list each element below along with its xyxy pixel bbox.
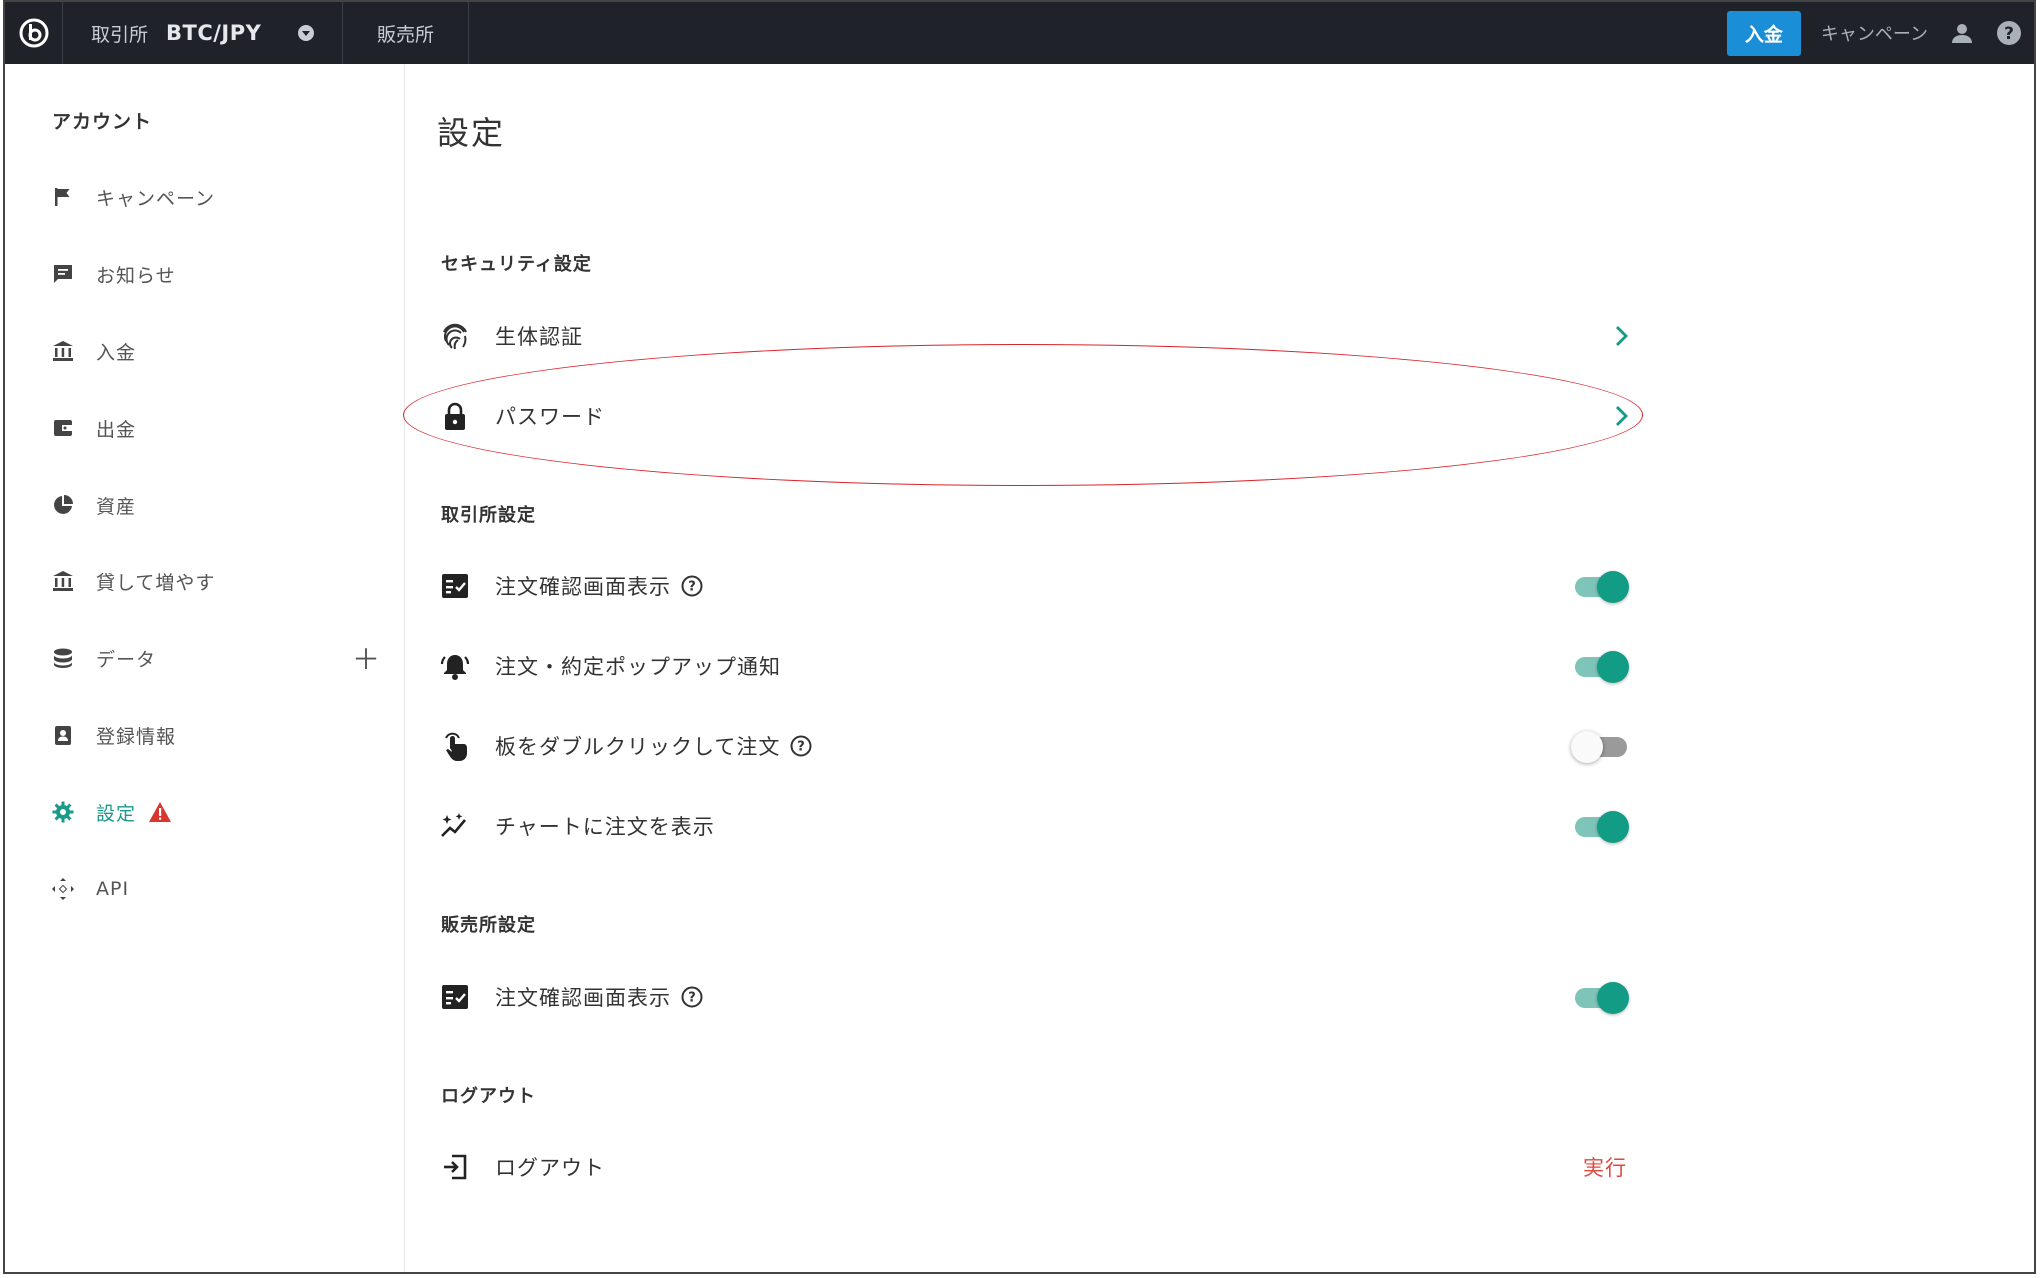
badge-icon [50,722,76,748]
sidebar-item-withdraw[interactable]: 出金 [50,408,390,448]
chevron-right-icon[interactable] [1613,324,1629,348]
logout-label: ログアウト [495,1156,605,1180]
api-icon [50,876,76,902]
sidebar-item-label: 登録情報 [96,725,177,748]
setting-label: チャートに注文を表示 [495,815,715,839]
section-security: セキュリティ設定 [441,254,592,275]
fingerprint-icon [439,320,471,352]
app-window: 取引所 BTC/JPY 販売所 入金 キャンペーン ? アカウント キャンペーン [3,0,2036,1274]
sidebar-item-assets[interactable]: 資産 [50,485,390,525]
help-icon[interactable]: ? [1996,20,2022,46]
database-icon [50,645,76,671]
biometric-label: 生体認証 [495,325,583,349]
sidebar-item-label: API [96,878,130,900]
pie-chart-icon [50,492,76,518]
sidebar-item-data[interactable]: データ ＋ [50,638,390,678]
setting-label: 注文確認画面表示 [495,575,671,599]
toggle-switch[interactable] [1571,980,1629,1014]
help-circle-icon[interactable]: ? [681,986,703,1008]
sidebar-item-label: 貸して増やす [96,571,216,594]
help-circle-icon[interactable]: ? [790,735,812,757]
chevron-right-icon[interactable] [1613,404,1629,428]
toggle-switch[interactable] [1571,649,1629,683]
sidebar: アカウント キャンペーン お知らせ 入金 出金 資産 貸して増やす データ ＋ … [5,64,405,1272]
toggle-switch[interactable] [1571,729,1629,763]
exchange-label: 取引所 [91,23,149,46]
sidebar-item-profile[interactable]: 登録情報 [50,715,390,755]
row-exchange-popup-notify[interactable]: 注文・約定ポップアップ通知 [439,636,1629,696]
bank-icon [50,568,76,594]
svg-text:?: ? [688,991,696,1006]
row-logout[interactable]: ログアウト 実行 [439,1137,1629,1197]
sidebar-item-label: 出金 [96,418,137,441]
sidebar-item-lending[interactable]: 貸して増やす [50,561,390,601]
row-exchange-order-confirm[interactable]: 注文確認画面表示 ? [439,556,1629,616]
pair-value: BTC/JPY [166,21,262,45]
logout-icon [439,1151,471,1183]
touch-hand-icon [439,730,471,762]
page-title: 設定 [437,114,506,152]
section-hanbaisho: 販売所設定 [441,915,536,936]
checklist-icon [439,981,471,1013]
row-exchange-double-click[interactable]: 板をダブルクリックして注文 ? [439,716,1629,776]
sidebar-item-news[interactable]: お知らせ [50,254,390,294]
sidebar-item-settings[interactable]: 設定 [50,792,390,832]
sidebar-item-label: キャンペーン [96,187,216,210]
setting-label: 注文確認画面表示 [495,986,671,1010]
section-exchange: 取引所設定 [441,505,536,526]
bitbank-logo[interactable] [5,2,63,64]
password-label: パスワード [495,405,605,429]
sidebar-item-label: 入金 [96,341,137,364]
wallet-icon [50,415,76,441]
bank-icon [50,338,76,364]
sidebar-item-deposit[interactable]: 入金 [50,331,390,371]
svg-text:?: ? [798,740,806,755]
toggle-switch[interactable] [1571,809,1629,843]
section-logout: ログアウト [441,1086,536,1107]
sidebar-item-api[interactable]: API [50,869,390,909]
sidebar-item-campaign[interactable]: キャンペーン [50,177,390,217]
topbar-right: 入金 キャンペーン ? [1726,2,2034,64]
flag-icon [50,184,76,210]
user-icon[interactable] [1950,21,1974,45]
dropdown-icon[interactable] [298,25,314,41]
lock-icon [439,400,471,432]
help-circle-icon[interactable]: ? [681,575,703,597]
logo-icon [19,18,48,48]
sidebar-item-label: データ [96,648,157,671]
sidebar-item-label: 設定 [96,802,137,825]
pair-selector[interactable]: 取引所 BTC/JPY [63,2,343,64]
row-exchange-chart-orders[interactable]: チャートに注文を表示 [439,796,1629,856]
row-hanbai-order-confirm[interactable]: 注文確認画面表示 ? [439,967,1629,1027]
bell-ringing-icon [439,650,471,682]
top-bar: 取引所 BTC/JPY 販売所 入金 キャンペーン ? [5,2,2034,64]
logout-execute-button[interactable]: 実行 [1583,1152,1627,1182]
message-icon [50,261,76,287]
settings-main: 設定 セキュリティ設定 生体認証 パスワード 取引所設定 注文確認画面表示 ? … [405,64,2034,1272]
campaign-link[interactable]: キャンペーン [1821,20,1928,46]
setting-label: 板をダブルクリックして注文 [495,735,781,759]
hanbaisho-tab[interactable]: 販売所 [343,2,470,64]
expand-plus-icon[interactable]: ＋ [352,638,380,678]
toggle-switch[interactable] [1571,569,1629,603]
gear-icon [50,799,76,825]
sidebar-item-label: お知らせ [96,264,176,287]
checklist-icon [439,570,471,602]
setting-label: 注文・約定ポップアップ通知 [495,655,781,679]
row-password[interactable]: パスワード [439,386,1629,446]
warning-icon [148,801,172,823]
svg-text:?: ? [2004,24,2014,44]
sidebar-item-label: 資産 [96,495,137,518]
row-biometric[interactable]: 生体認証 [439,306,1629,366]
svg-text:?: ? [688,580,696,595]
chart-sparkle-icon [439,810,471,842]
sidebar-title: アカウント [52,111,153,133]
deposit-button[interactable]: 入金 [1726,10,1801,56]
